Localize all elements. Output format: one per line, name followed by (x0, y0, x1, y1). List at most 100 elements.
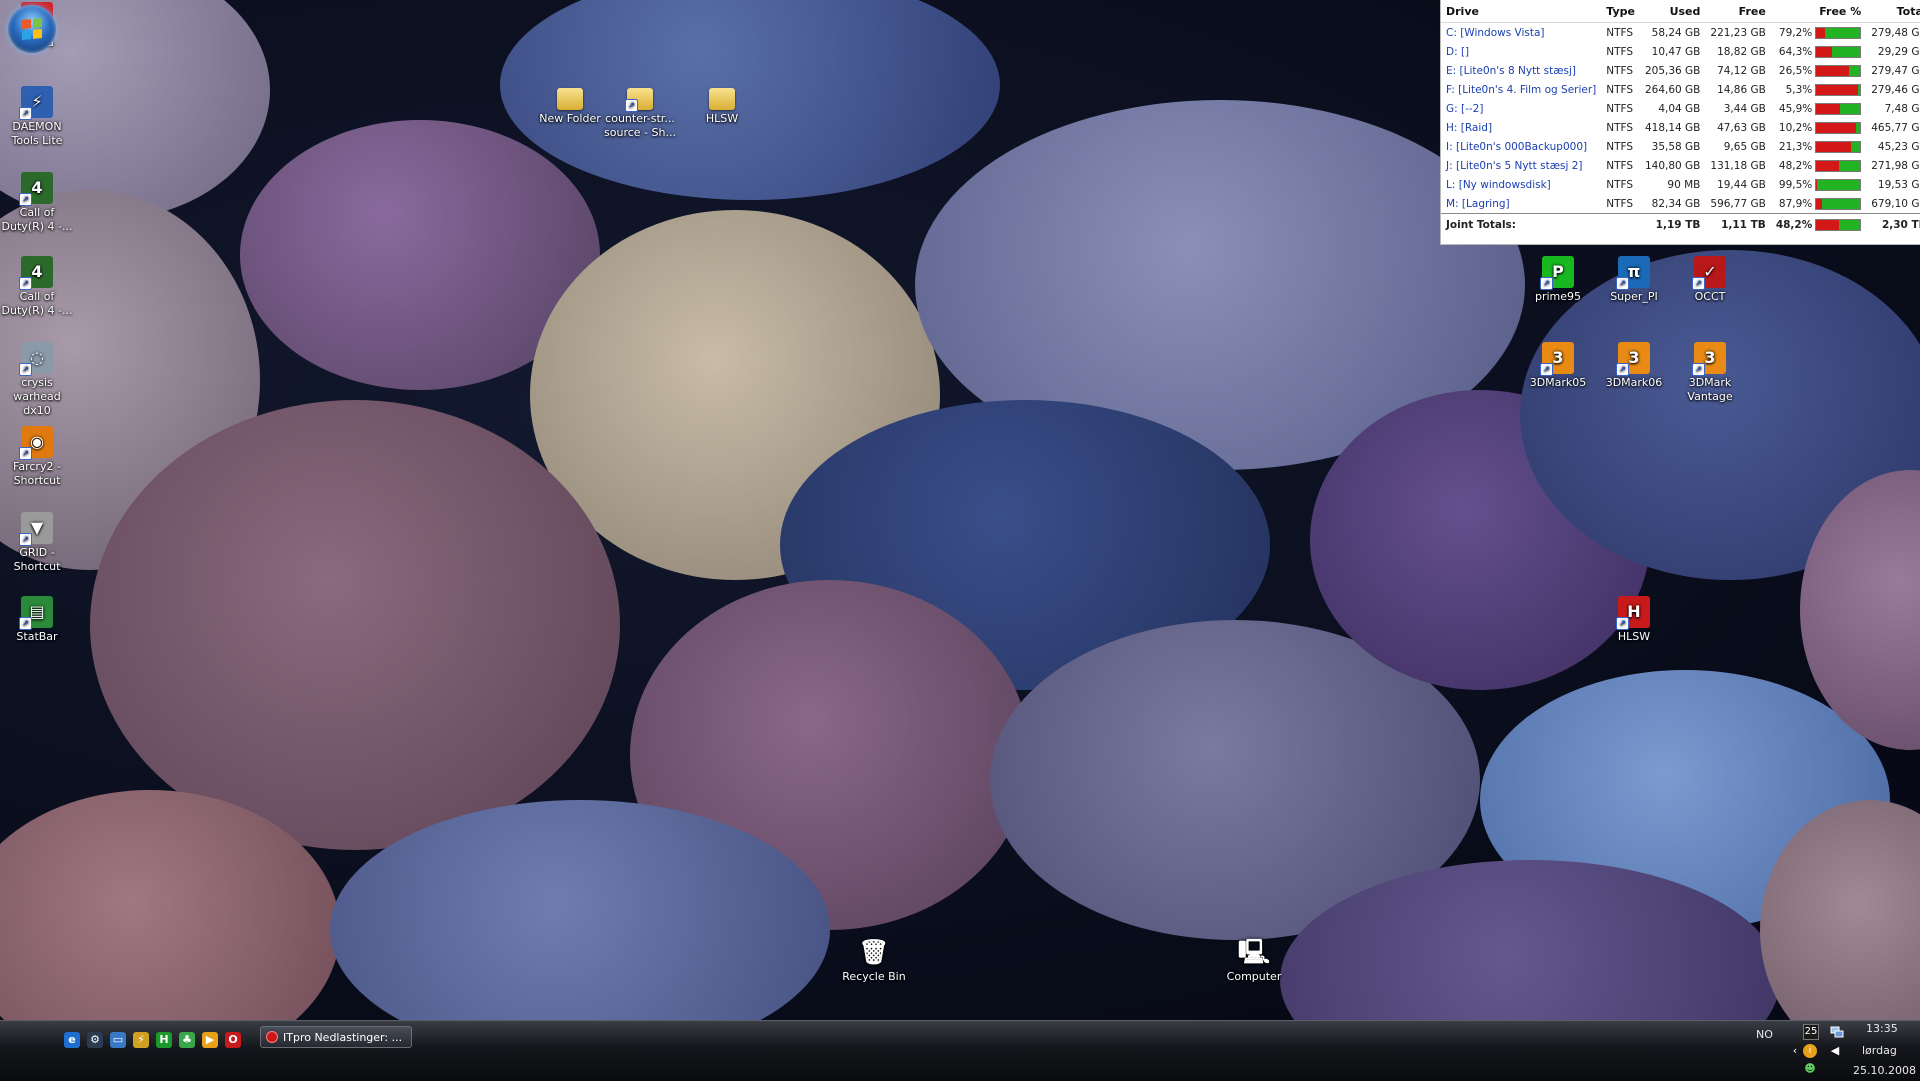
start-button[interactable] (8, 5, 56, 53)
volume-icon[interactable]: ◀ (1828, 1044, 1842, 1058)
desktop-icon-label: GRID - Shortcut (0, 546, 75, 574)
header-free[interactable]: Free (1705, 0, 1770, 23)
drive-free-pct: 87,9% (1771, 194, 1815, 214)
drive-row[interactable]: F: [Lite0n's 4. Film og Serier]NTFS264,6… (1441, 80, 1920, 99)
clock-time[interactable]: 13:35 (1866, 1022, 1898, 1035)
header-used[interactable]: Used (1640, 0, 1705, 23)
3dmark05-icon: 3↗ (1542, 342, 1574, 374)
msn-messenger-icon[interactable]: ♣ (179, 1032, 195, 1048)
drive-total: 19,53 GB (1866, 175, 1920, 194)
desktop-icon[interactable]: 4↗Call of Duty(R) 4 -... (0, 172, 75, 234)
info-tray-icon[interactable]: i (1803, 1044, 1817, 1058)
drive-row[interactable]: D: []NTFS10,47 GB18,82 GB64,3%29,29 GB (1441, 42, 1920, 61)
drive-name: H: [Raid] (1441, 118, 1601, 137)
desktop-icon[interactable]: 🗑Recycle Bin (836, 936, 912, 984)
used-space-fill (1816, 123, 1856, 133)
network-icon[interactable] (1830, 1025, 1844, 1039)
free-space-bar-cell (1815, 156, 1866, 175)
desktop-icon[interactable]: 4↗Call of Duty(R) 4 -... (0, 256, 75, 318)
free-space-bar-cell (1815, 137, 1866, 156)
clock-day[interactable]: lørdag (1862, 1044, 1897, 1057)
desktop-icon-label: DAEMON Tools Lite (0, 120, 75, 148)
drive-row[interactable]: L: [Ny windowsdisk]NTFS90 MB19,44 GB99,5… (1441, 175, 1920, 194)
desktop-icon[interactable]: H↗HLSW (1596, 596, 1672, 644)
drive-total: 7,48 GB (1866, 99, 1920, 118)
desktop-icon-label: New Folder (532, 112, 608, 126)
show-desktop-icon[interactable]: ▭ (110, 1032, 126, 1048)
internet-explorer-icon[interactable]: e (64, 1032, 80, 1048)
drive-free-pct: 48,2% (1771, 156, 1815, 175)
media-player-icon[interactable]: ▶ (202, 1032, 218, 1048)
free-space-bar-cell (1815, 214, 1866, 237)
taskbar-window-button[interactable]: ITpro Nedlastinger: ... (260, 1026, 412, 1048)
3dmark-vantage-icon: 3↗ (1694, 342, 1726, 374)
drive-free-pct: 99,5% (1771, 175, 1815, 194)
opera-window-icon (266, 1031, 278, 1043)
used-space-fill (1816, 28, 1825, 38)
pebble (90, 400, 620, 850)
drive-row[interactable]: M: [Lagring]NTFS82,34 GB596,77 GB87,9%67… (1441, 194, 1920, 214)
desktop-icon[interactable]: ◉↗Farcry2 - Shortcut (0, 426, 75, 488)
messenger-tray-icon[interactable]: ☻ (1803, 1062, 1817, 1076)
desktop-icon[interactable]: ▤↗StatBar (0, 596, 75, 644)
desktop-icon[interactable]: 3↗3DMark Vantage (1672, 342, 1748, 404)
drive-total: 679,10 GB (1866, 194, 1920, 214)
desktop-icon[interactable]: ↗counter-str... source - Sh... (602, 80, 678, 140)
free-space-bar (1815, 27, 1861, 39)
desktop-icon[interactable]: 🖳Computer (1216, 936, 1292, 984)
clock-date[interactable]: 25.10.2008 (1853, 1064, 1916, 1077)
language-indicator[interactable]: NO (1756, 1028, 1773, 1041)
desktop-icon[interactable]: 3↗3DMark06 (1596, 342, 1672, 390)
computer-icon: 🖳 (1238, 936, 1270, 968)
drive-total: 29,29 GB (1866, 42, 1920, 61)
header-type[interactable]: Type (1601, 0, 1640, 23)
show-hidden-icons-chevron-icon[interactable]: ‹ (1788, 1044, 1802, 1058)
header-total[interactable]: Total (1866, 0, 1920, 23)
drive-table-header: Drive Type Used Free Free % Total (1441, 0, 1920, 23)
desktop-icon[interactable]: New Folder (532, 80, 608, 126)
occt-icon: ✓↗ (1694, 256, 1726, 288)
desktop-icon[interactable]: ✓↗OCCT (1672, 256, 1748, 304)
desktop-icon[interactable]: 3↗3DMark05 (1520, 342, 1596, 390)
used-space-fill (1816, 142, 1851, 152)
desktop-icon-label: 3DMark06 (1596, 376, 1672, 390)
daemon-tools-quick-icon[interactable]: ⚡ (133, 1032, 149, 1048)
header-drive[interactable]: Drive (1441, 0, 1601, 23)
drive-used: 264,60 GB (1640, 80, 1705, 99)
drive-type: NTFS (1601, 175, 1640, 194)
desktop-icon[interactable]: π↗Super_PI (1596, 256, 1672, 304)
desktop-icon[interactable]: ⚡↗DAEMON Tools Lite (0, 86, 75, 148)
hlsw-quick-icon[interactable]: H (156, 1032, 172, 1048)
drive-row[interactable]: G: [--2]NTFS4,04 GB3,44 GB45,9%7,48 GB (1441, 99, 1920, 118)
drive-row[interactable]: H: [Raid]NTFS418,14 GB47,63 GB10,2%465,7… (1441, 118, 1920, 137)
shortcut-arrow-icon: ↗ (625, 99, 638, 112)
drive-total: 279,48 GB (1866, 23, 1920, 43)
shortcut-arrow-icon: ↗ (1616, 277, 1629, 290)
drive-row[interactable]: E: [Lite0n's 8 Nytt stæsj]NTFS205,36 GB7… (1441, 61, 1920, 80)
daemon-tools-icon: ⚡↗ (21, 86, 53, 118)
desktop-icon-label: crysis warhead dx10 (0, 376, 75, 418)
drive-type: NTFS (1601, 194, 1640, 214)
drive-row[interactable]: I: [Lite0n's 000Backup000]NTFS35,58 GB9,… (1441, 137, 1920, 156)
shortcut-arrow-icon: ↗ (19, 363, 32, 376)
drive-type: NTFS (1601, 137, 1640, 156)
desktop-icon[interactable]: HLSW (684, 80, 760, 126)
desktop-icon[interactable]: ▼↗GRID - Shortcut (0, 512, 75, 574)
free-space-bar (1815, 219, 1861, 231)
header-free-pct[interactable]: Free % (1771, 0, 1866, 23)
free-space-bar-cell (1815, 175, 1866, 194)
drive-type: NTFS (1601, 156, 1640, 175)
grid-game-icon: ▼↗ (21, 512, 53, 544)
desktop-icon[interactable]: P↗prime95 (1520, 256, 1596, 304)
opera-quick-icon[interactable]: O (225, 1032, 241, 1048)
drive-row[interactable]: C: [Windows Vista]NTFS58,24 GB221,23 GB7… (1441, 23, 1920, 43)
drive-free-pct: 45,9% (1771, 99, 1815, 118)
drive-row[interactable]: J: [Lite0n's 5 Nytt stæsj 2]NTFS140,80 G… (1441, 156, 1920, 175)
steam-icon[interactable]: ⚙ (87, 1032, 103, 1048)
drive-name: L: [Ny windowsdisk] (1441, 175, 1601, 194)
desktop-icon[interactable]: ◌↗crysis warhead dx10 (0, 342, 75, 418)
drive-used: 35,58 GB (1640, 137, 1705, 156)
tray-badge[interactable]: 25 (1803, 1024, 1819, 1040)
drive-used: 82,34 GB (1640, 194, 1705, 214)
drive-name: M: [Lagring] (1441, 194, 1601, 214)
